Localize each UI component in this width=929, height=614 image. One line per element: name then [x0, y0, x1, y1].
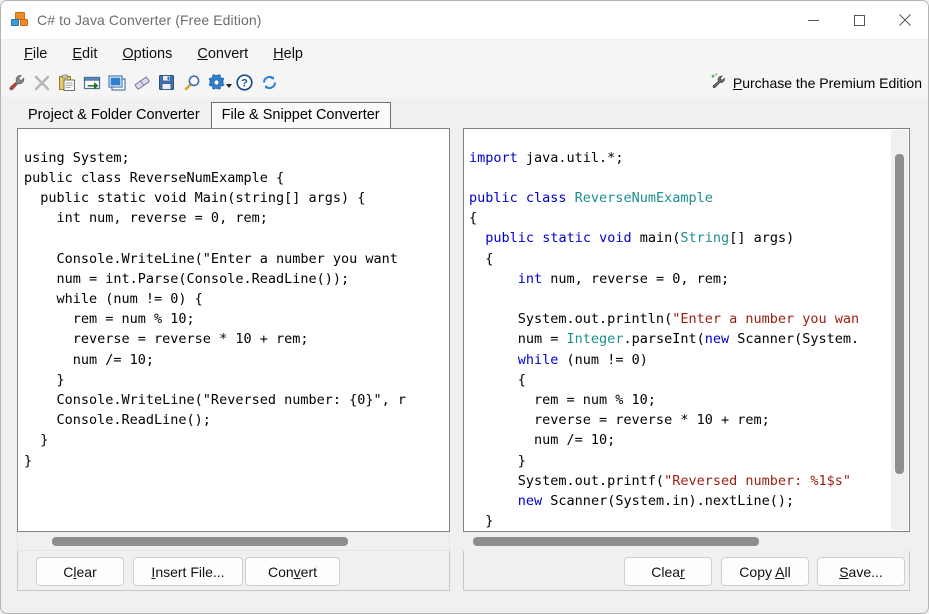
title-bar: C# to Java Converter (Free Edition) — [1, 1, 928, 40]
menu-options[interactable]: Options — [111, 43, 183, 65]
java-output-text[interactable]: import java.util.*; public class Reverse… — [464, 143, 909, 532]
csharp-source-text[interactable]: using System; public class ReverseNumExa… — [18, 143, 449, 471]
tab-project-folder-converter[interactable]: Project & Folder Converter — [17, 102, 211, 129]
menu-help-post: elp — [284, 46, 303, 62]
csharp-source-editor[interactable]: using System; public class ReverseNumExa… — [17, 128, 450, 532]
import-window-icon[interactable] — [79, 71, 104, 95]
premium-key: P — [733, 75, 742, 91]
eraser-icon[interactable] — [129, 71, 154, 95]
menu-help-key: H — [273, 46, 283, 62]
scrollbar-thumb[interactable] — [473, 537, 759, 546]
application-window: C# to Java Converter (Free Edition) File… — [0, 0, 929, 614]
clear-output-pre: Clea — [651, 564, 680, 580]
menu-convert-post: onvert — [208, 46, 248, 62]
save-button[interactable]: Save... — [817, 557, 905, 586]
delete-x-icon[interactable] — [29, 71, 54, 95]
scrollbar-thumb[interactable] — [895, 154, 904, 474]
window-icon[interactable] — [104, 71, 129, 95]
clear-source-label: Clear — [63, 564, 96, 580]
close-icon[interactable] — [882, 1, 928, 39]
clear-output-key: r — [680, 564, 685, 580]
menu-convert-key: C — [197, 46, 207, 62]
java-output-scroll-viewport: import java.util.*; public class Reverse… — [464, 129, 909, 531]
menu-help[interactable]: Help — [262, 43, 314, 65]
minimize-icon[interactable] — [790, 1, 836, 39]
clear-source-pre: C — [63, 564, 73, 580]
tab-file-snippet-converter[interactable]: File & Snippet Converter — [211, 102, 391, 129]
window-controls — [790, 1, 928, 39]
horizontal-scrollbars-row — [9, 532, 920, 551]
java-output-vertical-scrollbar[interactable] — [891, 130, 908, 530]
gear-options-icon[interactable] — [204, 71, 229, 95]
clear-output-button[interactable]: Clear — [624, 557, 712, 586]
paste-icon[interactable] — [54, 71, 79, 95]
convert-button[interactable]: Convert — [245, 557, 340, 586]
svg-text:?: ? — [241, 78, 248, 90]
refresh-icon[interactable] — [257, 71, 282, 95]
maximize-icon[interactable] — [836, 1, 882, 39]
magnifier-icon[interactable] — [179, 71, 204, 95]
java-output-editor[interactable]: import java.util.*; public class Reverse… — [463, 128, 910, 532]
wrench-icon[interactable] — [4, 71, 29, 95]
convert-key: v — [294, 564, 301, 580]
menu-bar: File Edit Options Convert Help — [1, 40, 928, 68]
menu-options-key: O — [122, 46, 133, 62]
save-label: Save... — [839, 564, 883, 580]
save-disk-icon[interactable] — [154, 71, 179, 95]
purchase-premium-link[interactable]: Purchase the Premium Edition — [710, 68, 922, 97]
premium-wrench-icon — [710, 73, 727, 92]
menu-edit[interactable]: Edit — [61, 43, 108, 65]
help-question-icon[interactable]: ? — [232, 71, 257, 95]
csharp-source-horizontal-scrollbar[interactable] — [17, 532, 450, 551]
menu-edit-key: E — [72, 46, 82, 62]
purchase-premium-label: Purchase the Premium Edition — [733, 75, 922, 91]
editor-panels: using System; public class ReverseNumExa… — [9, 128, 920, 532]
insert-file-post: nsert File... — [155, 564, 224, 580]
java-output-horizontal-scrollbar[interactable] — [463, 532, 910, 551]
insert-file-label: Insert File... — [151, 564, 224, 580]
menu-options-post: ptions — [134, 46, 173, 62]
toolbar: ? Purchase the Premium Edition — [1, 68, 928, 97]
convert-post: ert — [301, 564, 317, 580]
action-bar: Clear Insert File... Convert Clear Copy … — [9, 551, 920, 609]
editors-area: using System; public class ReverseNumExa… — [9, 128, 920, 551]
clear-source-post: ear — [77, 564, 97, 580]
clear-output-label: Clear — [651, 564, 684, 580]
menu-file-key: F — [24, 46, 33, 62]
csharp-source-scroll-viewport: using System; public class ReverseNumExa… — [18, 129, 449, 531]
premium-post: urchase the Premium Edition — [742, 75, 922, 91]
clear-source-button[interactable]: Clear — [36, 557, 124, 586]
save-key: S — [839, 564, 848, 580]
convert-pre: Con — [268, 564, 294, 580]
convert-label: Convert — [268, 564, 317, 580]
tab-strip: Project & Folder Converter File & Snippe… — [1, 97, 928, 128]
scrollbar-thumb[interactable] — [52, 537, 348, 546]
menu-file[interactable]: File — [13, 43, 58, 65]
window-title: C# to Java Converter (Free Edition) — [37, 12, 261, 28]
copy-all-post: ll — [784, 564, 790, 580]
menu-convert[interactable]: Convert — [186, 43, 259, 65]
insert-file-button[interactable]: Insert File... — [133, 557, 243, 586]
app-squares-icon — [11, 12, 29, 28]
copy-all-button[interactable]: Copy All — [721, 557, 809, 586]
copy-all-pre: Copy — [739, 564, 775, 580]
menu-file-post: ile — [33, 46, 48, 62]
save-post: ave... — [849, 564, 883, 580]
menu-edit-post: dit — [82, 46, 97, 62]
copy-all-label: Copy All — [739, 564, 790, 580]
